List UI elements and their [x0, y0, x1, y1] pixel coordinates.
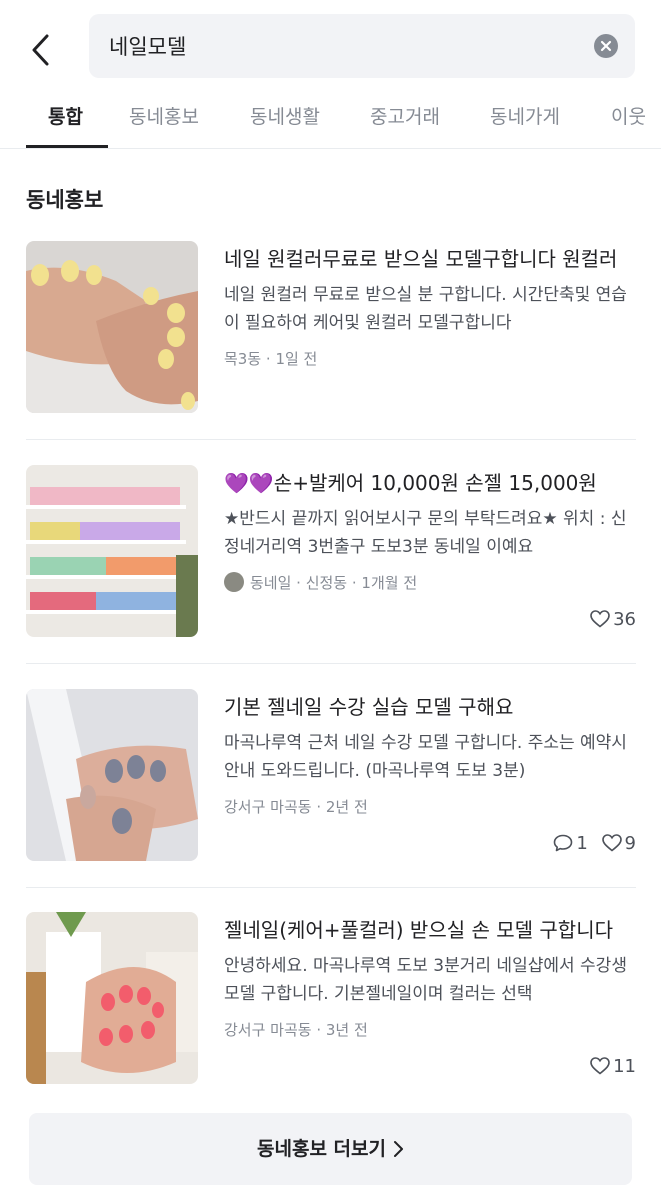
tab-secondhand[interactable]: 중고거래	[370, 102, 440, 129]
tab-community[interactable]: 동네생활	[250, 102, 320, 129]
item-thumbnail	[26, 241, 198, 413]
list-item[interactable]: 💜💜손+발케어 10,000원 손젤 15,000원 ★반드시 끝까지 읽어보시…	[26, 465, 636, 687]
item-thumbnail	[26, 689, 198, 861]
item-stats: 1 9	[545, 833, 636, 854]
item-stats: 36	[582, 609, 636, 630]
item-thumbnail	[26, 465, 198, 637]
comment-count-value: 1	[576, 833, 588, 854]
tab-bar: 통합 동네홍보 동네생활 중고거래 동네가게 이웃	[0, 92, 661, 149]
like-count-value: 11	[613, 1056, 636, 1077]
item-title: 기본 젤네일 수강 실습 모델 구해요	[224, 695, 514, 719]
back-button[interactable]	[24, 26, 64, 74]
tab-neighbors[interactable]: 이웃	[611, 102, 646, 129]
header	[0, 0, 661, 92]
tab-stores[interactable]: 동네가게	[490, 102, 560, 129]
list-item[interactable]: 기본 젤네일 수강 실습 모델 구해요 마곡나루역 근처 네일 수강 모델 구합…	[26, 689, 636, 911]
comment-count: 1	[553, 833, 593, 854]
search-box	[89, 14, 635, 78]
chevron-left-icon	[32, 34, 49, 66]
divider	[26, 439, 636, 440]
like-count: 9	[601, 833, 636, 854]
tab-promotion[interactable]: 동네홍보	[129, 102, 199, 129]
item-title: 💜💜손+발케어 10,000원 손젤 15,000원	[224, 471, 597, 495]
comment-icon	[554, 834, 573, 852]
heart-icon	[601, 834, 622, 852]
clear-search-button[interactable]	[594, 34, 618, 58]
item-description: 마곡나루역 근처 네일 수강 모델 구합니다. 주소는 예약시 안내 도와드립니…	[224, 733, 627, 781]
item-description: ★반드시 끝까지 읽어보시구 문의 부탁드려요★ 위치 : 신정네거리역 3번출…	[224, 509, 627, 557]
list-item[interactable]: 네일 원컬러무료로 받으실 모델구합니다 원컬러 네일 원컬러 무료로 받으실 …	[26, 241, 636, 463]
item-stats: 11	[582, 1056, 636, 1077]
like-count: 36	[590, 609, 636, 630]
section-title: 동네홍보	[26, 188, 104, 212]
item-meta: 강서구 마곡동 · 2년 전	[224, 798, 368, 816]
item-description: 네일 원컬러 무료로 받으실 분 구합니다. 시간단축및 연습이 필요하여 케어…	[224, 285, 627, 333]
like-count: 11	[590, 1056, 636, 1077]
see-more-label: 동네홍보 더보기	[257, 1138, 386, 1160]
divider	[26, 663, 636, 664]
list-item[interactable]: 젤네일(케어+풀컬러) 받으실 손 모델 구합니다 안녕하세요. 마곡나루역 도…	[26, 912, 636, 1134]
item-description: 안녕하세요. 마곡나루역 도보 3분거리 네일샵에서 수강생 모델 구합니다. …	[224, 956, 627, 1004]
like-count-value: 36	[613, 609, 636, 630]
avatar	[224, 572, 244, 592]
chevron-right-icon	[393, 1141, 403, 1157]
item-title: 네일 원컬러무료로 받으실 모델구합니다 원컬러	[224, 247, 618, 271]
close-icon	[600, 40, 612, 52]
item-meta: 강서구 마곡동 · 3년 전	[224, 1021, 368, 1039]
active-tab-indicator	[26, 145, 108, 148]
item-meta: 동네일 · 신정동 · 1개월 전	[224, 572, 417, 593]
heart-icon	[590, 610, 610, 628]
divider	[26, 887, 636, 888]
search-input[interactable]	[109, 26, 589, 66]
see-more-button[interactable]: 동네홍보 더보기	[29, 1113, 632, 1185]
heart-icon	[590, 1057, 610, 1075]
item-meta: 목3동 · 1일 전	[224, 350, 318, 368]
like-count-value: 9	[624, 833, 636, 854]
item-meta-text: 동네일 · 신정동 · 1개월 전	[250, 574, 418, 592]
item-thumbnail	[26, 912, 198, 1084]
item-title: 젤네일(케어+풀컬러) 받으실 손 모델 구합니다	[224, 918, 613, 942]
tab-all[interactable]: 통합	[48, 102, 83, 129]
